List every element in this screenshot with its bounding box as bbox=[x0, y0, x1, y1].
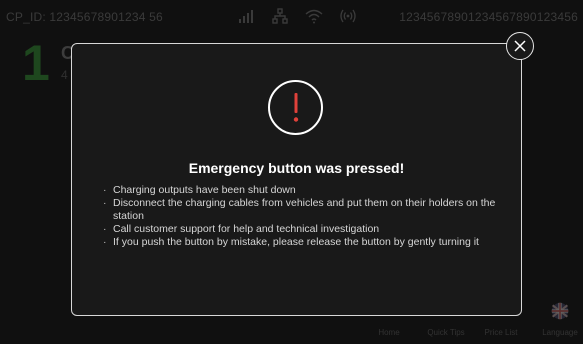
charging-station-screen: CP_ID: 12345678901234 56 123456789012345… bbox=[0, 0, 583, 344]
close-button[interactable] bbox=[506, 32, 534, 60]
instruction-list: Charging outputs have been shut down Dis… bbox=[103, 184, 503, 249]
instruction-item: If you push the button by mistake, pleas… bbox=[103, 236, 503, 249]
instruction-item: Disconnect the charging cables from vehi… bbox=[103, 197, 503, 223]
alert-badge bbox=[268, 80, 323, 135]
modal-title: Emergency button was pressed! bbox=[188, 160, 405, 176]
close-icon bbox=[514, 40, 526, 52]
instruction-item: Call customer support for help and techn… bbox=[103, 223, 503, 236]
exclamation-icon bbox=[293, 92, 298, 122]
instruction-item: Charging outputs have been shut down bbox=[103, 184, 503, 197]
